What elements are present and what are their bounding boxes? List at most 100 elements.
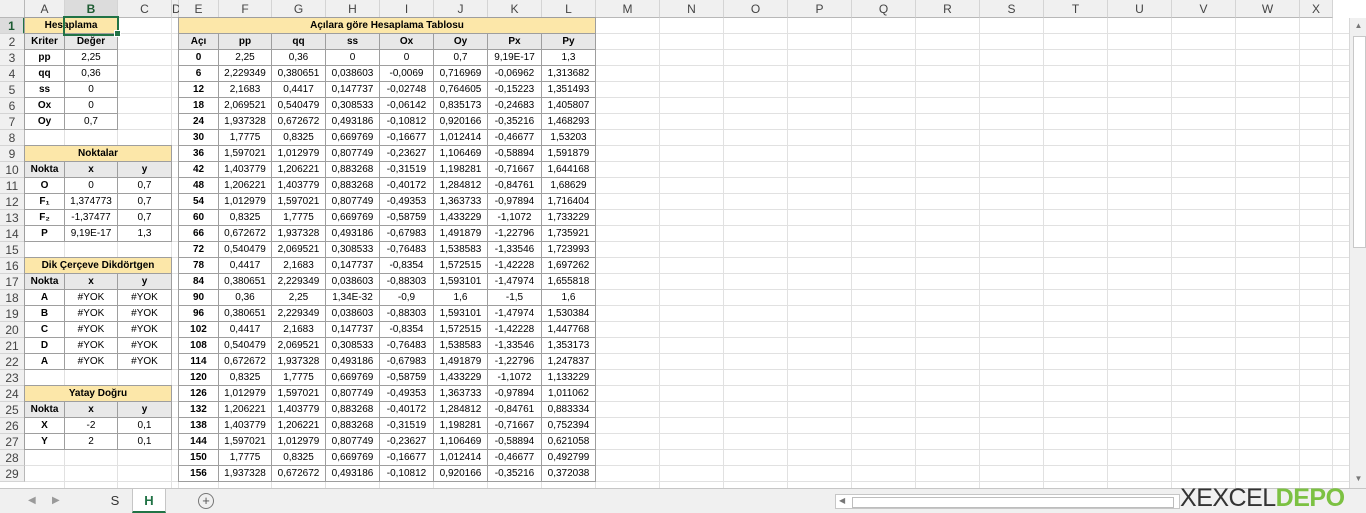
aci-table-cell[interactable]: 0,493186 bbox=[325, 225, 380, 242]
column-header-x[interactable]: X bbox=[1300, 0, 1333, 18]
aci-table-cell[interactable]: 1,716404 bbox=[541, 193, 596, 210]
aci-table-cell[interactable]: 1,7775 bbox=[271, 209, 326, 226]
aci-table-cell[interactable]: 0,920166 bbox=[433, 465, 488, 482]
cerceve-cell[interactable]: #YOK bbox=[117, 289, 172, 306]
aci-table-cell[interactable]: 0,038603 bbox=[325, 273, 380, 290]
aci-table-cell[interactable]: 9,19E-17 bbox=[487, 49, 542, 66]
aci-table-cell[interactable]: 1,937328 bbox=[271, 225, 326, 242]
aci-table-cell[interactable]: 72 bbox=[178, 241, 219, 258]
column-header-b[interactable]: B bbox=[65, 0, 118, 18]
aci-table-cell[interactable]: -0,40172 bbox=[379, 401, 434, 418]
aci-table-cell[interactable]: -1,33546 bbox=[487, 337, 542, 354]
cerceve-cell[interactable]: #YOK bbox=[64, 337, 118, 354]
row-header-23[interactable]: 23 bbox=[0, 370, 25, 386]
aci-table-cell[interactable]: -0,23627 bbox=[379, 433, 434, 450]
aci-table-cell[interactable]: 1,012979 bbox=[218, 385, 272, 402]
aci-table-cell[interactable]: -0,16677 bbox=[379, 449, 434, 466]
yatay-cell[interactable]: 0,1 bbox=[117, 433, 172, 450]
hesaplama-cell[interactable]: ss bbox=[24, 81, 65, 98]
aci-table-cell[interactable]: 126 bbox=[178, 385, 219, 402]
noktalar-cell[interactable]: F₁ bbox=[24, 193, 65, 210]
aci-table-cell[interactable]: -0,71667 bbox=[487, 161, 542, 178]
row-header-12[interactable]: 12 bbox=[0, 194, 25, 210]
row-header-4[interactable]: 4 bbox=[0, 66, 25, 82]
aci-table-cell[interactable]: -0,46677 bbox=[487, 449, 542, 466]
aci-table-cell[interactable]: 1,538583 bbox=[433, 337, 488, 354]
aci-table-cell[interactable]: 0,8325 bbox=[271, 449, 326, 466]
aci-table-cell[interactable]: 144 bbox=[178, 433, 219, 450]
hesaplama-cell[interactable]: pp bbox=[24, 49, 65, 66]
aci-table-cell[interactable]: -0,71667 bbox=[487, 417, 542, 434]
noktalar-title[interactable]: Noktalar bbox=[24, 145, 172, 162]
vertical-scrollbar[interactable]: ▲ ▼ bbox=[1349, 18, 1366, 488]
aci-table-cell[interactable]: 0,764605 bbox=[433, 81, 488, 98]
aci-table-cell[interactable]: 1,538583 bbox=[433, 241, 488, 258]
row-header-29[interactable]: 29 bbox=[0, 466, 25, 482]
aci-table-cell[interactable]: -0,88303 bbox=[379, 273, 434, 290]
aci-table-cell[interactable]: 0,621058 bbox=[541, 433, 596, 450]
aci-table-cell[interactable]: 1,597021 bbox=[218, 433, 272, 450]
aci-table-cell[interactable]: -1,47974 bbox=[487, 305, 542, 322]
cerceve-cell[interactable]: #YOK bbox=[117, 305, 172, 322]
aci-table-cell[interactable]: 1,403779 bbox=[218, 417, 272, 434]
aci-table-cell[interactable]: 1,012979 bbox=[271, 433, 326, 450]
aci-table-cell[interactable]: 0,147737 bbox=[325, 321, 380, 338]
aci-table-cell[interactable]: 1,403779 bbox=[218, 161, 272, 178]
aci-table-cell[interactable]: -0,02748 bbox=[379, 81, 434, 98]
aci-table-cell[interactable]: -0,49353 bbox=[379, 193, 434, 210]
aci-table-cell[interactable]: 1,206221 bbox=[271, 417, 326, 434]
row-header-2[interactable]: 2 bbox=[0, 34, 25, 50]
row-header-21[interactable]: 21 bbox=[0, 338, 25, 354]
column-header-c[interactable]: C bbox=[118, 0, 172, 18]
aci-table-cell[interactable]: 0,669769 bbox=[325, 209, 380, 226]
horizontal-scrollbar[interactable]: ◀ bbox=[835, 494, 1180, 509]
aci-table-cell[interactable]: 1,937328 bbox=[271, 353, 326, 370]
cerceve-cell[interactable]: #YOK bbox=[64, 289, 118, 306]
column-header-j[interactable]: J bbox=[434, 0, 488, 18]
aci-table-cell[interactable]: 1,198281 bbox=[433, 417, 488, 434]
aci-table-cell[interactable]: 0,716969 bbox=[433, 65, 488, 82]
horizontal-scroll-thumb[interactable] bbox=[852, 497, 1174, 508]
row-header-1[interactable]: 1 bbox=[0, 18, 25, 34]
aci-table-cell[interactable]: 1,591879 bbox=[541, 145, 596, 162]
aci-table-cell[interactable]: -0,06142 bbox=[379, 97, 434, 114]
aci-table-cell[interactable]: 36 bbox=[178, 145, 219, 162]
aci-table-cell[interactable]: 1,6 bbox=[541, 289, 596, 306]
aci-table-cell[interactable]: 42 bbox=[178, 161, 219, 178]
aci-table-cell[interactable]: 90 bbox=[178, 289, 219, 306]
aci-table-cell[interactable]: 1,313682 bbox=[541, 65, 596, 82]
aci-table-cell[interactable]: -0,10812 bbox=[379, 113, 434, 130]
aci-table-cell[interactable]: 0,372038 bbox=[541, 465, 596, 482]
aci-table-cell[interactable]: -0,58894 bbox=[487, 145, 542, 162]
yatay-header[interactable]: Nokta bbox=[24, 401, 65, 418]
aci-table-cell[interactable]: 156 bbox=[178, 465, 219, 482]
aci-table-cell[interactable]: 1,447768 bbox=[541, 321, 596, 338]
column-header-l[interactable]: L bbox=[542, 0, 596, 18]
aci-table-cell[interactable]: 0,380651 bbox=[271, 65, 326, 82]
select-all-corner[interactable] bbox=[0, 0, 25, 18]
noktalar-cell[interactable]: P bbox=[24, 225, 65, 242]
aci-table-cell[interactable]: -0,84761 bbox=[487, 401, 542, 418]
noktalar-cell[interactable]: 0,7 bbox=[117, 177, 172, 194]
hesaplama-cell[interactable]: 2,25 bbox=[64, 49, 118, 66]
aci-table-cell[interactable]: 1,733229 bbox=[541, 209, 596, 226]
aci-table-cell[interactable]: 54 bbox=[178, 193, 219, 210]
aci-table-cell[interactable]: 1,403779 bbox=[271, 401, 326, 418]
aci-table-cell[interactable]: 0,672672 bbox=[218, 353, 272, 370]
aci-table-cell[interactable]: 1,206221 bbox=[271, 161, 326, 178]
noktalar-cell[interactable]: 0,7 bbox=[117, 209, 172, 226]
aci-table-cell[interactable]: 24 bbox=[178, 113, 219, 130]
aci-table-cell[interactable]: 48 bbox=[178, 177, 219, 194]
column-header-s[interactable]: S bbox=[980, 0, 1044, 18]
aci-table-cell[interactable]: 1,572515 bbox=[433, 257, 488, 274]
aci-table-cell[interactable]: -1,42228 bbox=[487, 321, 542, 338]
aci-table-cell[interactable]: 1,655818 bbox=[541, 273, 596, 290]
vertical-scroll-thumb[interactable] bbox=[1353, 36, 1366, 248]
aci-table-cell[interactable]: 0,883268 bbox=[325, 177, 380, 194]
aci-table-cell[interactable]: 96 bbox=[178, 305, 219, 322]
cerceve-cell[interactable]: #YOK bbox=[64, 305, 118, 322]
aci-table-cell[interactable]: 0,4417 bbox=[218, 257, 272, 274]
aci-table-cell[interactable]: 1,937328 bbox=[218, 465, 272, 482]
sheet-tab-s[interactable]: S bbox=[98, 489, 132, 513]
cerceve-header[interactable]: Nokta bbox=[24, 273, 65, 290]
